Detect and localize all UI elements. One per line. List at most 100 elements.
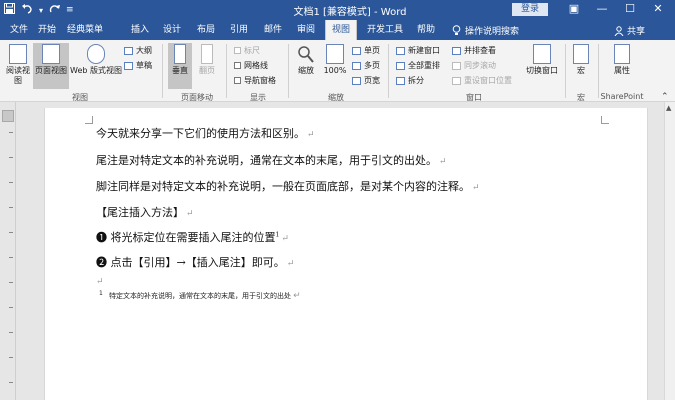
sharepoint-group-label: SharePoint	[600, 92, 644, 101]
tab-help[interactable]: 帮助	[413, 20, 439, 40]
ruler-checkbox[interactable]: 标尺	[234, 45, 260, 56]
side-to-side-button[interactable]: 翻页	[195, 44, 219, 76]
arrange-all-label: 全部重排	[408, 61, 440, 70]
login-button[interactable]: 登录	[512, 3, 548, 16]
side-pages-icon	[201, 44, 213, 64]
checkbox-icon	[234, 62, 241, 69]
macros-button[interactable]: 宏	[570, 44, 592, 76]
navigation-pane-checkbox[interactable]: 导航窗格	[234, 75, 276, 86]
properties-icon	[614, 44, 630, 64]
paragraph[interactable]: ❶ 将光标定位在需要插入尾注的位置1 ↵	[96, 229, 289, 245]
ruler-tick	[9, 207, 13, 208]
collapse-ribbon-icon[interactable]: ⌃	[661, 92, 669, 102]
tab-view[interactable]: 视图	[325, 20, 357, 40]
save-icon[interactable]	[4, 3, 15, 17]
new-window-icon	[396, 46, 405, 55]
reset-window-position-button[interactable]: 重设窗口位置	[452, 75, 512, 86]
split-button[interactable]: 拆分	[396, 75, 424, 86]
new-window-label: 新建窗口	[408, 46, 440, 55]
paragraph[interactable]: 脚注同样是对特定文本的补充说明，一般在页面底部，是对某个内容的注释。 ↵	[96, 178, 480, 194]
close-icon[interactable]: ✕	[646, 2, 670, 15]
group-separator	[598, 44, 599, 98]
ribbon-tabs: 文件 开始 经典菜单 插入 设计 布局 引用 邮件 审阅 视图 开发工具 帮助 …	[0, 20, 675, 40]
new-window-button[interactable]: 新建窗口	[396, 45, 440, 56]
multiple-pages-icon	[352, 61, 361, 70]
paragraph-text: 尾注是对特定文本的补充说明，通常在文本的末尾，用于引文的出处。	[96, 154, 437, 167]
maximize-icon[interactable]: ☐	[618, 2, 642, 15]
globe-icon	[87, 44, 105, 64]
scroll-up-icon[interactable]: ▲	[666, 104, 671, 112]
side-by-side-icon	[452, 46, 461, 55]
outline-button[interactable]: 大纲	[124, 45, 152, 56]
paragraph-mark: ↵	[439, 157, 447, 167]
multiple-pages-label: 多页	[364, 61, 380, 70]
multiple-pages-button[interactable]: 多页	[352, 60, 380, 71]
arrange-all-button[interactable]: 全部重排	[396, 60, 440, 71]
side-by-side-button[interactable]: 并排查看	[452, 45, 496, 56]
zoom-label: 缩放	[298, 66, 314, 75]
draft-button[interactable]: 草稿	[124, 60, 152, 71]
tab-file[interactable]: 文件	[6, 20, 32, 40]
web-layout-button[interactable]: Web 版式视图	[70, 44, 122, 76]
gridlines-checkbox[interactable]: 网格线	[234, 60, 268, 71]
checkbox-icon	[234, 77, 241, 84]
document-page[interactable]: 今天就来分享一下它们的使用方法和区别。 ↵ 尾注是对特定文本的补充说明，通常在文本…	[44, 108, 648, 400]
side-by-side-label: 并排查看	[464, 46, 496, 55]
split-label: 拆分	[408, 76, 424, 85]
paragraph-mark: ↵	[286, 259, 295, 269]
endnote-number: 1	[99, 290, 103, 297]
tell-me-search[interactable]: 操作说明搜索	[452, 24, 519, 37]
empty-paragraph[interactable]: ↵	[96, 274, 104, 287]
ruler-tick	[9, 332, 13, 333]
tab-home[interactable]: 开始	[34, 20, 60, 40]
vertical-pages-icon	[174, 44, 186, 64]
tab-classic-menu[interactable]: 经典菜单	[63, 20, 107, 40]
print-layout-button[interactable]: 页面视图	[33, 43, 69, 89]
properties-label: 属性	[614, 66, 630, 75]
paragraph[interactable]: ❷ 点击【引用】→【插入尾注】即可。 ↵	[96, 254, 294, 270]
tab-insert[interactable]: 插入	[127, 20, 153, 40]
zoom-100-label: 100%	[323, 66, 347, 75]
ruler-margin-marker	[2, 110, 14, 122]
vertical-button[interactable]: 垂直	[168, 43, 192, 89]
synchronous-scrolling-button[interactable]: 同步滚动	[452, 60, 496, 71]
customize-qat-icon[interactable]: ≡	[66, 5, 74, 15]
zoom-100-button[interactable]: 100%	[322, 44, 348, 76]
vertical-ruler[interactable]	[0, 102, 16, 400]
redo-icon[interactable]	[49, 3, 61, 17]
properties-button[interactable]: 属性	[608, 44, 636, 76]
group-separator	[226, 44, 227, 98]
ruler-tick	[9, 382, 13, 383]
tab-mailings[interactable]: 邮件	[260, 20, 286, 40]
page-width-button[interactable]: 页宽	[352, 75, 380, 86]
endnote[interactable]: 1 特定文本的补充说明，通常在文本的末尾，用于引文的出处 ↵	[99, 290, 301, 301]
group-separator	[388, 44, 389, 98]
paragraph[interactable]: 今天就来分享一下它们的使用方法和区别。 ↵	[96, 125, 315, 141]
minimize-icon[interactable]: —	[590, 2, 614, 15]
zoom-button[interactable]: 缩放	[294, 44, 318, 76]
paragraph[interactable]: 尾注是对特定文本的补充说明，通常在文本的末尾，用于引文的出处。 ↵	[96, 152, 447, 168]
endnote-reference[interactable]: 1	[276, 231, 280, 238]
tab-developer[interactable]: 开发工具	[363, 20, 407, 40]
share-button[interactable]: 共享	[614, 24, 645, 37]
crop-mark	[85, 116, 93, 124]
checkbox-icon	[234, 47, 241, 54]
group-separator	[565, 44, 566, 98]
read-mode-button[interactable]: 阅读视图	[4, 44, 32, 86]
tab-layout[interactable]: 布局	[193, 20, 219, 40]
undo-icon[interactable]	[21, 3, 33, 17]
tab-design[interactable]: 设计	[159, 20, 185, 40]
paragraph[interactable]: 【尾注插入方法】 ↵	[96, 204, 194, 220]
paragraph-mark: ↵	[186, 209, 194, 219]
ribbon-display-options-icon[interactable]: ▣	[562, 2, 586, 15]
tab-references[interactable]: 引用	[226, 20, 252, 40]
switch-windows-button[interactable]: 切换窗口	[522, 44, 562, 76]
ruler-tick	[9, 257, 13, 258]
tab-review[interactable]: 审阅	[293, 20, 319, 40]
one-page-button[interactable]: 单页	[352, 45, 380, 56]
paragraph-mark: ↵	[307, 130, 315, 140]
undo-dropdown-icon[interactable]: ▾	[39, 6, 43, 15]
vertical-scrollbar[interactable]: ▲	[664, 102, 675, 400]
print-layout-label: 页面视图	[35, 66, 67, 75]
zoom-100-icon	[326, 44, 344, 64]
